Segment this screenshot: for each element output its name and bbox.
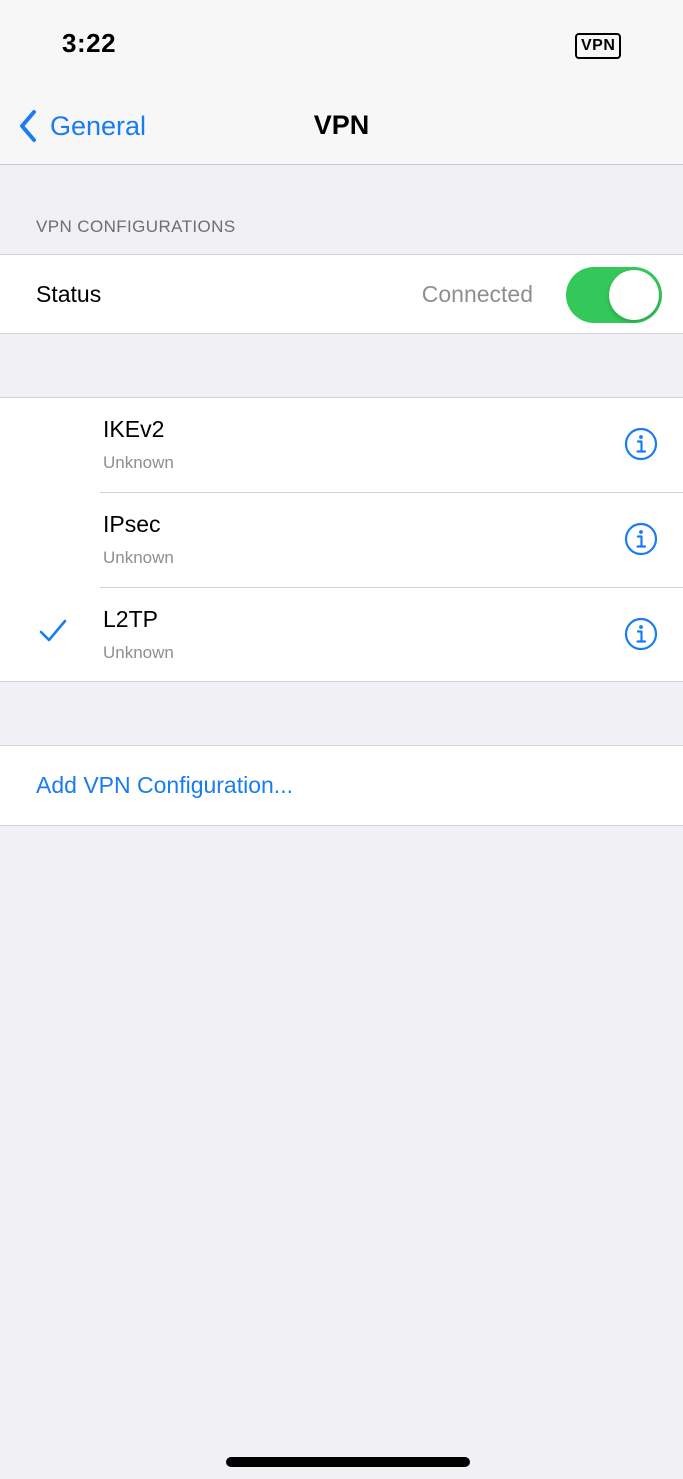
- configuration-status: Unknown: [103, 453, 174, 472]
- status-value: Connected: [421, 281, 533, 307]
- add-vpn-configuration-button[interactable]: Add VPN Configuration...: [36, 772, 293, 799]
- add-configuration-group: Add VPN Configuration...: [0, 745, 683, 826]
- checkmark-icon: [39, 619, 67, 642]
- configuration-status: Unknown: [103, 548, 174, 567]
- status-label: Status: [36, 281, 102, 307]
- section-header-vpn-configurations: VPN CONFIGURATIONS: [36, 217, 236, 236]
- toggle-knob: [609, 270, 659, 320]
- info-icon[interactable]: [624, 617, 658, 651]
- page-title: VPN: [313, 110, 370, 140]
- info-icon[interactable]: [624, 427, 658, 461]
- configuration-list: IKEv2 Unknown IPsec Unknown L2TP Unknown: [0, 397, 683, 682]
- status-time: 3:22: [62, 28, 117, 58]
- configuration-row-l2tp[interactable]: L2TP Unknown: [0, 588, 683, 682]
- configuration-name: L2TP: [103, 606, 158, 632]
- configuration-name: IPsec: [103, 511, 161, 537]
- configuration-name: IKEv2: [103, 416, 165, 442]
- info-icon[interactable]: [624, 522, 658, 556]
- configuration-row-ipsec[interactable]: IPsec Unknown: [0, 493, 683, 587]
- configuration-status: Unknown: [103, 643, 174, 662]
- navigation-bar: General VPN: [0, 92, 683, 165]
- home-indicator[interactable]: [226, 1457, 470, 1467]
- status-bar: 3:22 VPN: [0, 0, 683, 92]
- vpn-status-toggle[interactable]: [566, 267, 662, 323]
- configuration-row-ikev2[interactable]: IKEv2 Unknown: [0, 398, 683, 492]
- status-group: Status Connected: [0, 254, 683, 334]
- vpn-status-badge: VPN: [575, 33, 622, 59]
- vpn-settings-screen: 3:22 VPN General VPN VPN CONFIGURATIONS …: [0, 0, 683, 1479]
